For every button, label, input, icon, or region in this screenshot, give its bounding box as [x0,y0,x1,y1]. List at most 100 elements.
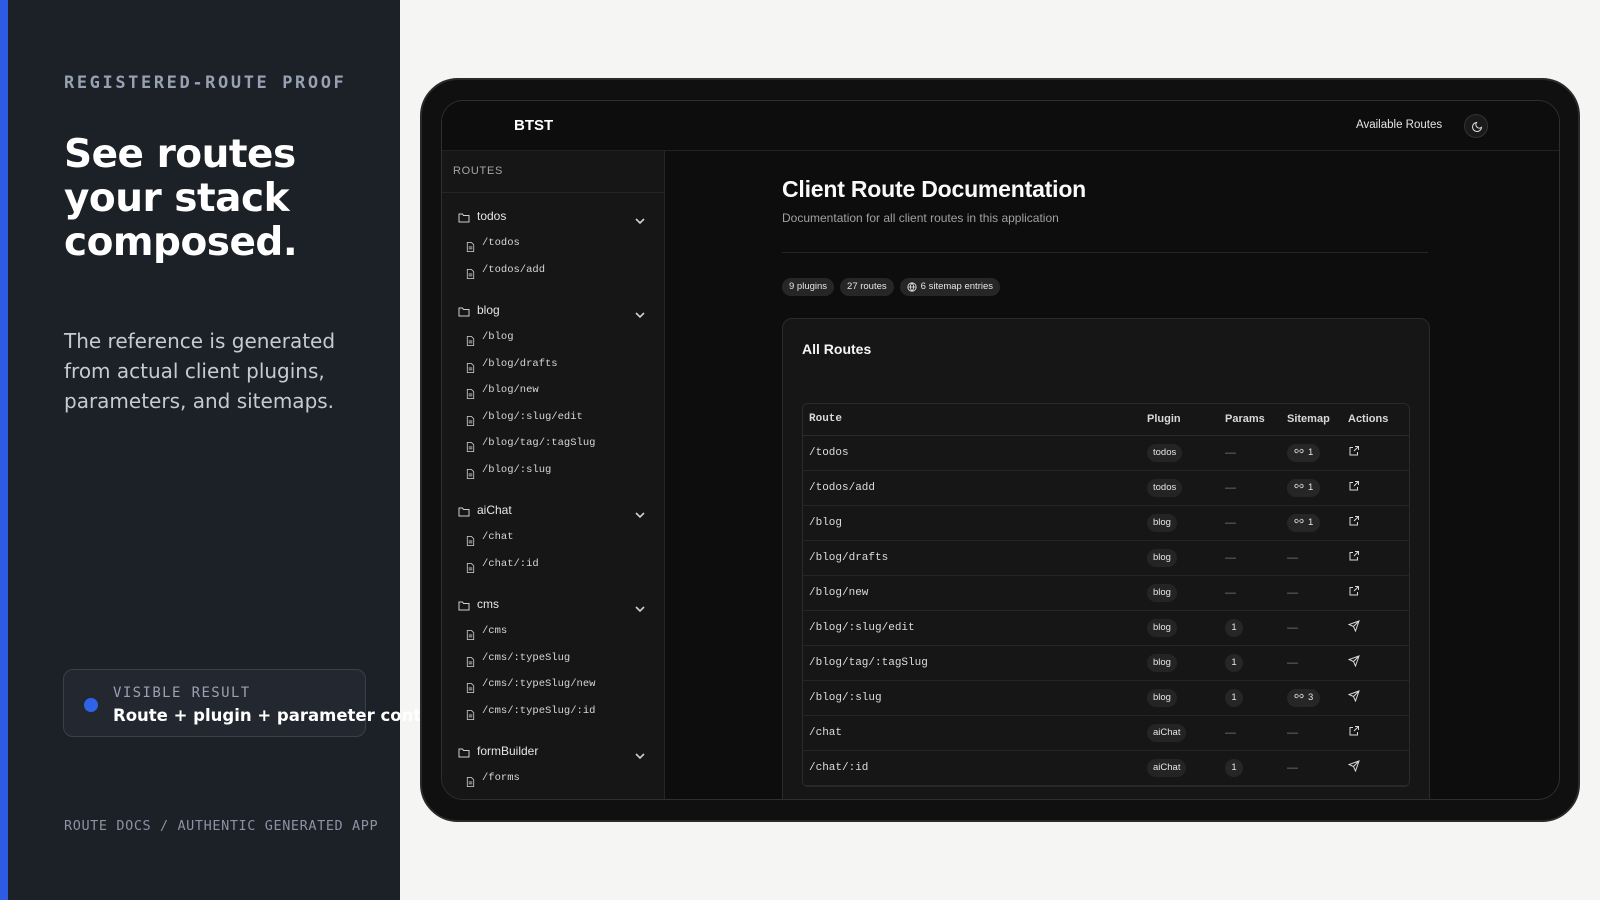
sidebar-route-item[interactable]: /cms/:typeSlug/:id [442,698,664,725]
sidebar-route-item[interactable]: /blog/:slug [442,457,664,484]
sitemap-cell: 1 [1283,435,1344,471]
sidebar-route-label: /cms/:typeSlug/new [482,678,596,690]
sidebar-route-item[interactable]: /blog/tag/:tagSlug [442,430,664,457]
sidebar-group-toggle[interactable]: blog [442,297,664,324]
params-empty: — [1225,446,1236,459]
sidebar-route-item[interactable]: /cms/:typeSlug/new [442,671,664,698]
chevron-down-icon[interactable] [635,600,645,618]
divider [782,252,1428,253]
actions-cell [1344,715,1409,751]
sidebar-route-item[interactable]: /blog/drafts [442,351,664,378]
sidebar-group-toggle[interactable]: formBuilder [442,738,664,765]
sidebar-route-item[interactable]: /blog [442,324,664,351]
chevron-down-icon[interactable] [635,212,645,230]
summary-badges: 9 plugins 27 routes 6 sitemap entries [782,278,1000,296]
col-params: Params [1221,404,1283,436]
chevron-down-icon[interactable] [635,306,645,324]
accent-bar [0,0,8,900]
sidebar-group-toggle[interactable]: cms [442,591,664,618]
table-row: /blog/:slug/edit blog 1 — [803,610,1409,646]
params-count: 1 [1225,758,1243,777]
folder-icon [458,598,470,616]
col-sitemap: Sitemap [1283,404,1344,436]
link-icon [1294,482,1304,493]
sitemap-empty: — [1287,726,1298,739]
plugin-badge: blog [1147,618,1177,637]
params-cell: — [1221,470,1283,506]
file-icon [466,654,475,672]
external-link-icon[interactable] [1348,550,1370,566]
sidebar-route-item[interactable]: /chat [442,524,664,551]
table-row: /chat/:id aiChat 1 — [803,750,1409,786]
actions-cell [1344,610,1409,646]
sitemap-empty: — [1287,586,1298,599]
plugin-cell: todos [1141,435,1221,471]
plugin-badge: todos [1147,443,1183,462]
sidebar-route-item[interactable]: /blog/new [442,377,664,404]
sidebar-route-item[interactable]: /chat/:id [442,551,664,578]
plugin-cell: aiChat [1141,750,1221,786]
params-cell: — [1221,435,1283,471]
page-subtitle: Documentation for all client routes in t… [782,211,1059,225]
sitemap-count-value: 1 [1308,482,1314,493]
sidebar-group-todos: todos/todos/todos/add [442,203,664,283]
sidebar-route-item[interactable]: /todos [442,230,664,257]
sidebar-route-label: /blog/:slug [482,463,552,476]
params-cell: 1 [1221,610,1283,646]
send-icon[interactable] [1347,689,1370,706]
sidebar-route-item[interactable]: /todos/add [442,257,664,284]
external-link-icon[interactable] [1348,445,1370,461]
actions-cell [1344,540,1409,576]
sidebar-route-item[interactable]: /blog/:slug/edit [442,404,664,431]
send-icon[interactable] [1347,759,1370,776]
sitemap-count-value: 1 [1308,517,1314,528]
sidebar-route-item[interactable]: /forms [442,765,664,792]
plugin-badge: aiChat [1147,758,1187,777]
available-routes-link[interactable]: Available Routes [1356,119,1442,131]
send-icon[interactable] [1347,654,1370,671]
chevron-down-icon[interactable] [635,747,645,765]
sidebar-route-item[interactable]: /cms [442,618,664,645]
send-icon[interactable] [1347,619,1370,636]
folder-icon [458,504,470,522]
params-empty: — [1225,481,1236,494]
page-title: Client Route Documentation [782,176,1087,202]
file-icon [466,466,475,484]
external-link-icon[interactable] [1348,725,1370,741]
table-row: /blog/new blog — — [803,575,1409,611]
sidebar-group-toggle[interactable]: todos [442,203,664,230]
sidebar-route-label: /cms/:typeSlug/:id [482,704,596,717]
result-kicker: VISIBLE RESULT [113,685,251,701]
sitemap-badge-label: 6 sitemap entries [920,281,993,292]
actions-cell [1344,645,1409,681]
sitemap-count: 3 [1287,688,1321,707]
sitemap-cell: 1 [1283,505,1344,541]
sidebar-group-toggle[interactable]: aiChat [442,497,664,524]
sidebar-route-item[interactable]: /cms/:typeSlug [442,645,664,672]
route-cell: /todos [803,435,1141,471]
sitemap-count: 1 [1287,478,1321,497]
chevron-down-icon[interactable] [635,506,645,524]
params-empty: — [1225,586,1236,599]
plugin-badge: blog [1147,653,1177,672]
plugin-cell: blog [1141,680,1221,716]
result-text: Route + plugin + parameter context [113,706,451,725]
table-row: /todos todos — 1 [803,435,1409,471]
external-link-icon[interactable] [1348,585,1370,601]
sidebar-group-label: blog [477,303,500,317]
external-link-icon[interactable] [1348,515,1370,531]
file-icon [466,680,475,698]
external-link-icon[interactable] [1348,480,1370,496]
sidebar-group-label: todos [477,209,507,223]
route-cell: /blog/:slug/edit [803,610,1141,646]
brand-logo[interactable]: BTST [514,117,553,134]
sidebar-route-label: /chat/:id [482,557,539,570]
sitemap-cell: — [1283,715,1344,751]
app-screen: BTST Available Routes ROUTES todos/todos… [441,100,1560,800]
params-empty: — [1225,726,1236,739]
sidebar-route-label: /chat [482,531,514,543]
sidebar-group-label: cms [477,597,499,611]
sitemap-cell: — [1283,750,1344,786]
theme-toggle-button[interactable] [1464,114,1488,138]
folder-icon [458,210,470,228]
